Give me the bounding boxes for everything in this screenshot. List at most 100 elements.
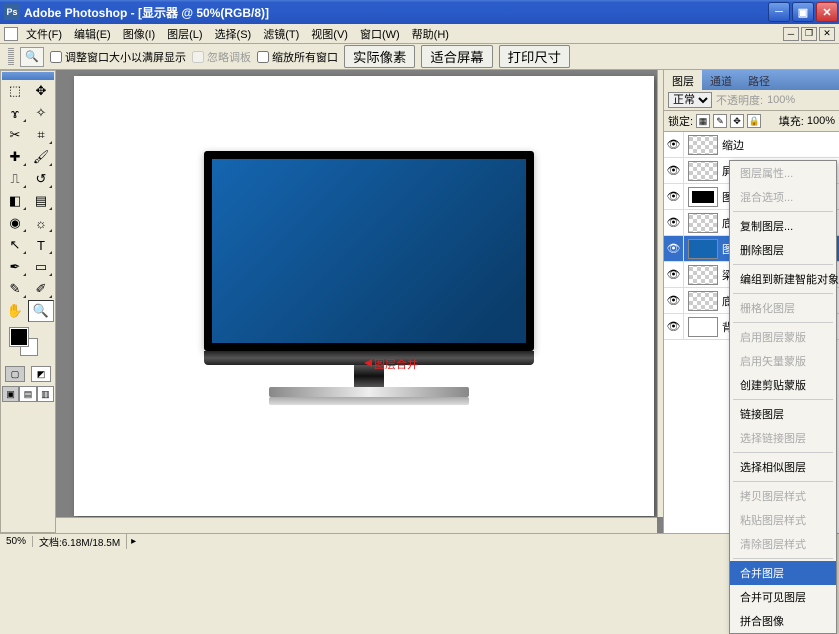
standard-mode-icon[interactable]: ▢ <box>5 366 25 382</box>
menu-view[interactable]: 视图(V) <box>305 24 354 44</box>
mdi-restore-button[interactable]: ❐ <box>801 27 817 41</box>
fit-screen-button[interactable]: 适合屏幕 <box>421 45 492 68</box>
layer-thumbnail[interactable] <box>688 265 718 285</box>
fit-window-checkbox[interactable]: 调整窗口大小以满屏显示 <box>50 49 186 65</box>
tab-layers[interactable]: 图层 <box>664 70 702 90</box>
visibility-eye-icon[interactable]: 👁 <box>664 236 684 261</box>
visibility-eye-icon[interactable]: 👁 <box>664 158 684 183</box>
type-tool[interactable]: T <box>28 234 54 256</box>
context-menu-item: 拷贝图层样式 <box>730 484 836 508</box>
layer-row[interactable]: 👁缩边 <box>664 132 839 158</box>
pen-tool[interactable]: ✒ <box>2 256 28 278</box>
wand-tool[interactable]: ✧ <box>28 102 54 124</box>
slice-tool[interactable]: ⌗ <box>28 124 54 146</box>
hand-tool[interactable]: ✋ <box>2 300 28 322</box>
visibility-eye-icon[interactable]: 👁 <box>664 184 684 209</box>
menu-window[interactable]: 窗口(W) <box>354 24 406 44</box>
mdi-minimize-button[interactable]: ─ <box>783 27 799 41</box>
gradient-tool[interactable]: ▤ <box>28 190 54 212</box>
visibility-eye-icon[interactable]: 👁 <box>664 262 684 287</box>
menu-separator <box>733 322 833 323</box>
toolbox-grip[interactable] <box>2 72 54 80</box>
menu-image[interactable]: 图像(I) <box>117 24 161 44</box>
context-menu-item[interactable]: 合并可见图层 <box>730 585 836 609</box>
lock-all-icon[interactable]: 🔒 <box>747 114 761 128</box>
grip-icon[interactable] <box>8 48 14 66</box>
canvas-area[interactable]: 图层合并 图层 通道 路径 正常 不透明度: 100% 锁定: ▦ ✎ ✥ 🔒 … <box>56 70 839 533</box>
eyedropper-tool[interactable]: ✐ <box>28 278 54 300</box>
quickmask-mode-icon[interactable]: ◩ <box>31 366 51 382</box>
context-menu-item: 栅格化图层 <box>730 296 836 320</box>
toolbox: ⬚ ✥ ɤ ✧ ✂ ⌗ ✚ 🖌 ⎍ ↺ ◧ ▤ ◉ ☼ ↖ T ✒ ▭ ✎ ✐ … <box>0 70 56 533</box>
blur-tool[interactable]: ◉ <box>2 212 28 234</box>
color-swatches[interactable] <box>2 326 54 362</box>
layer-thumbnail[interactable] <box>688 135 718 155</box>
context-menu-item[interactable]: 链接图层 <box>730 402 836 426</box>
zoom-tool[interactable]: 🔍 <box>28 300 54 322</box>
actual-pixels-button[interactable]: 实际像素 <box>344 45 415 68</box>
screen-standard-icon[interactable]: ▣ <box>2 386 19 402</box>
context-menu-item[interactable]: 合并图层 <box>730 561 836 585</box>
path-select-tool[interactable]: ↖ <box>2 234 28 256</box>
foreground-color-swatch[interactable] <box>10 328 28 346</box>
screen-full-icon[interactable]: ▥ <box>37 386 54 402</box>
history-brush-tool[interactable]: ↺ <box>28 168 54 190</box>
menu-help[interactable]: 帮助(H) <box>406 24 455 44</box>
lasso-tool[interactable]: ɤ <box>2 102 28 124</box>
context-menu-item[interactable]: 创建剪贴蒙版 <box>730 373 836 397</box>
menu-file[interactable]: 文件(F) <box>20 24 68 44</box>
menu-filter[interactable]: 滤镜(T) <box>257 24 305 44</box>
lock-pixels-icon[interactable]: ✎ <box>713 114 727 128</box>
visibility-eye-icon[interactable]: 👁 <box>664 210 684 235</box>
menu-edit[interactable]: 编辑(E) <box>68 24 117 44</box>
maximize-button[interactable]: ▣ <box>792 2 814 22</box>
minimize-button[interactable]: ─ <box>768 2 790 22</box>
opacity-value[interactable]: 100% <box>767 94 795 106</box>
mdi-close-button[interactable]: ✕ <box>819 27 835 41</box>
marquee-tool[interactable]: ⬚ <box>2 80 28 102</box>
menu-layer[interactable]: 图层(L) <box>161 24 208 44</box>
dodge-tool[interactable]: ☼ <box>28 212 54 234</box>
layer-context-menu[interactable]: 图层属性...混合选项...复制图层...删除图层编组到新建智能对象图层栅格化图… <box>729 160 837 634</box>
tab-channels[interactable]: 通道 <box>702 70 740 90</box>
blend-mode-select[interactable]: 正常 <box>668 92 712 108</box>
context-menu-item: 图层属性... <box>730 161 836 185</box>
move-tool[interactable]: ✥ <box>28 80 54 102</box>
doc-size-status[interactable]: 文档:6.18M/18.5M <box>33 534 127 549</box>
brush-tool[interactable]: 🖌 <box>28 146 54 168</box>
visibility-eye-icon[interactable]: 👁 <box>664 132 684 157</box>
layer-thumbnail[interactable] <box>688 291 718 311</box>
layer-thumbnail[interactable] <box>688 213 718 233</box>
heal-tool[interactable]: ✚ <box>2 146 28 168</box>
menu-select[interactable]: 选择(S) <box>209 24 258 44</box>
document-canvas[interactable]: 图层合并 <box>74 76 654 516</box>
lock-position-icon[interactable]: ✥ <box>730 114 744 128</box>
close-button[interactable]: ✕ <box>816 2 838 22</box>
eraser-tool[interactable]: ◧ <box>2 190 28 212</box>
zoom-all-checkbox[interactable]: 缩放所有窗口 <box>257 49 338 65</box>
screen-full-menubar-icon[interactable]: ▤ <box>19 386 36 402</box>
horizontal-scrollbar[interactable] <box>56 517 657 533</box>
title-text: Adobe Photoshop - [显示器 @ 50%(RGB/8)] <box>24 4 269 21</box>
zoom-status[interactable]: 50% <box>0 536 33 547</box>
context-menu-item[interactable]: 删除图层 <box>730 238 836 262</box>
context-menu-item[interactable]: 拼合图像 <box>730 609 836 633</box>
fill-value[interactable]: 100% <box>807 115 835 127</box>
shape-tool[interactable]: ▭ <box>28 256 54 278</box>
print-size-button[interactable]: 打印尺寸 <box>499 45 570 68</box>
layer-thumbnail[interactable] <box>688 239 718 259</box>
context-menu-item[interactable]: 编组到新建智能对象图层 <box>730 267 836 291</box>
visibility-eye-icon[interactable]: 👁 <box>664 314 684 339</box>
layer-thumbnail[interactable] <box>688 317 718 337</box>
layer-thumbnail[interactable] <box>688 187 718 207</box>
context-menu-item[interactable]: 复制图层... <box>730 214 836 238</box>
status-arrow-icon[interactable]: ▸ <box>131 536 136 547</box>
notes-tool[interactable]: ✎ <box>2 278 28 300</box>
lock-transparency-icon[interactable]: ▦ <box>696 114 710 128</box>
crop-tool[interactable]: ✂ <box>2 124 28 146</box>
stamp-tool[interactable]: ⎍ <box>2 168 28 190</box>
tab-paths[interactable]: 路径 <box>740 70 778 90</box>
layer-thumbnail[interactable] <box>688 161 718 181</box>
context-menu-item[interactable]: 选择相似图层 <box>730 455 836 479</box>
visibility-eye-icon[interactable]: 👁 <box>664 288 684 313</box>
